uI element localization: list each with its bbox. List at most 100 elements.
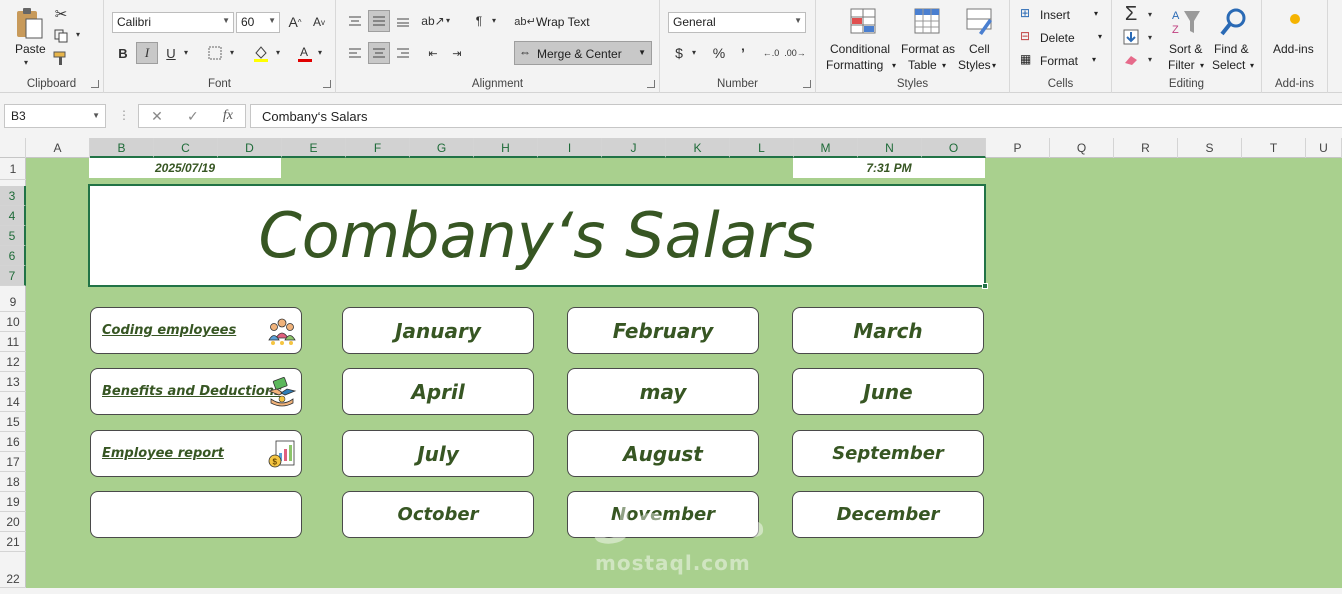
column-header[interactable]: J (602, 138, 666, 158)
sort-filter-button[interactable]: AZ Sort & Filter ▾ (1164, 4, 1208, 74)
row-header[interactable]: 11 (0, 332, 26, 352)
select-all-corner[interactable] (0, 138, 26, 158)
decrease-indent-icon[interactable]: ⇤ (422, 42, 444, 64)
column-header[interactable]: N (858, 138, 922, 158)
conditional-formatting-button[interactable]: Conditional Formatting ▾ (824, 4, 900, 74)
chevron-down-icon[interactable]: ▼ (638, 48, 646, 57)
autosum-dropdown-icon[interactable]: ▾ (1148, 10, 1152, 19)
more-options-icon[interactable]: ⋮ (118, 108, 130, 122)
column-header[interactable]: R (1114, 138, 1178, 158)
percent-button[interactable]: % (708, 42, 730, 64)
column-header[interactable]: B (90, 138, 154, 158)
row-header[interactable]: 5 (0, 226, 26, 246)
date-cell[interactable]: 2025/07/19 (89, 158, 281, 178)
fill-color-dropdown-icon[interactable]: ▾ (276, 48, 280, 57)
row-header[interactable]: 1 (0, 158, 26, 180)
column-header[interactable]: C (154, 138, 218, 158)
increase-decimal-icon[interactable]: ←.0 (760, 42, 782, 64)
column-header[interactable]: U (1306, 138, 1342, 158)
row-header[interactable]: 17 (0, 452, 26, 472)
fill-color-icon[interactable] (250, 42, 272, 64)
paste-icon[interactable] (12, 6, 46, 40)
number-launcher-icon[interactable] (803, 80, 811, 88)
row-header[interactable]: 21 (0, 532, 26, 552)
clear-dropdown-icon[interactable]: ▾ (1148, 55, 1152, 64)
format-button[interactable]: ▦ Format ▾ (1020, 52, 1106, 70)
merge-center-button[interactable]: ⇔ Merge & Center ▼ (514, 41, 652, 65)
fill-dropdown-icon[interactable]: ▾ (1148, 33, 1152, 42)
format-as-table-button[interactable]: Format as Table ▾ (900, 4, 956, 74)
orientation-dropdown-icon[interactable]: ▾ (446, 16, 450, 25)
column-header[interactable]: H (474, 138, 538, 158)
text-direction-icon[interactable]: ¶ (468, 10, 490, 32)
font-size-combo[interactable]: 60 ▼ (236, 12, 280, 33)
month-card-june[interactable]: June (792, 368, 984, 415)
increase-font-icon[interactable]: A ^ (284, 11, 306, 33)
title-cell[interactable]: Combany‘s Salars (88, 184, 988, 289)
nav-card-benefits-deductions[interactable]: Benefits and Deductions (90, 368, 302, 415)
column-header[interactable]: G (410, 138, 474, 158)
cut-icon[interactable]: ✂ (52, 5, 70, 23)
month-card-april[interactable]: April (342, 368, 534, 415)
borders-icon[interactable] (204, 42, 226, 64)
align-middle-icon[interactable] (368, 10, 390, 32)
column-header[interactable]: Q (1050, 138, 1114, 158)
column-header[interactable]: D (218, 138, 282, 158)
font-launcher-icon[interactable] (323, 80, 331, 88)
copy-dropdown-icon[interactable]: ▾ (76, 30, 80, 39)
borders-dropdown-icon[interactable]: ▾ (230, 48, 234, 57)
align-right-icon[interactable] (392, 42, 414, 64)
month-card-march[interactable]: March (792, 307, 984, 354)
delete-button[interactable]: ⊟ Delete ▾ (1020, 29, 1106, 47)
column-header[interactable]: L (730, 138, 794, 158)
addins-button[interactable]: Add-ins (1266, 4, 1324, 64)
row-header[interactable]: 10 (0, 312, 26, 332)
row-header[interactable]: 22 (0, 564, 26, 588)
column-header[interactable]: K (666, 138, 730, 158)
cancel-icon[interactable]: ✕ (151, 108, 163, 125)
nav-card-coding-employees[interactable]: Coding employees (90, 307, 302, 354)
clipboard-launcher-icon[interactable] (91, 80, 99, 88)
comma-button[interactable]: ’ (732, 42, 754, 64)
currency-dropdown-icon[interactable]: ▾ (692, 48, 696, 57)
text-direction-dropdown-icon[interactable]: ▾ (492, 16, 496, 25)
column-header[interactable]: M (794, 138, 858, 158)
cell-styles-button[interactable]: Cell Styles ▾ (956, 4, 1006, 74)
column-header[interactable]: O (922, 138, 986, 158)
italic-button[interactable]: I (136, 42, 158, 64)
month-card-december[interactable]: December (792, 491, 984, 538)
time-cell[interactable]: 7:31 PM (793, 158, 985, 178)
row-header[interactable]: 19 (0, 492, 26, 512)
row-header[interactable]: 3 (0, 186, 26, 206)
column-header[interactable]: P (986, 138, 1050, 158)
font-color-icon[interactable]: A (294, 42, 316, 64)
month-card-february[interactable]: February (567, 307, 759, 354)
decrease-decimal-icon[interactable]: .00→ (784, 42, 806, 64)
decrease-font-icon[interactable]: Av (308, 11, 330, 33)
increase-indent-icon[interactable]: ⇥ (446, 42, 468, 64)
row-header[interactable]: 14 (0, 392, 26, 412)
align-top-icon[interactable] (344, 10, 366, 32)
row-header[interactable]: 15 (0, 412, 26, 432)
row-header[interactable]: 6 (0, 246, 26, 266)
column-header[interactable]: F (346, 138, 410, 158)
row-header[interactable]: 13 (0, 372, 26, 392)
column-header[interactable]: T (1242, 138, 1306, 158)
align-left-icon[interactable] (344, 42, 366, 64)
copy-icon[interactable] (52, 27, 70, 45)
month-card-september[interactable]: September (792, 430, 984, 477)
month-card-may[interactable]: may (567, 368, 759, 415)
row-header[interactable]: 12 (0, 352, 26, 372)
font-color-dropdown-icon[interactable]: ▾ (318, 48, 322, 57)
nav-card-employee-report[interactable]: Employee report $ (90, 430, 302, 477)
month-card-october[interactable]: October (342, 491, 534, 538)
underline-button[interactable]: U (160, 42, 182, 64)
row-header[interactable]: 20 (0, 512, 26, 532)
month-card-august[interactable]: August (567, 430, 759, 477)
column-header[interactable]: S (1178, 138, 1242, 158)
fill-icon[interactable] (1121, 28, 1141, 46)
row-header[interactable]: 7 (0, 266, 26, 286)
font-name-combo[interactable]: Calibri ▼ (112, 12, 234, 33)
row-header[interactable]: 16 (0, 432, 26, 452)
column-header[interactable]: I (538, 138, 602, 158)
